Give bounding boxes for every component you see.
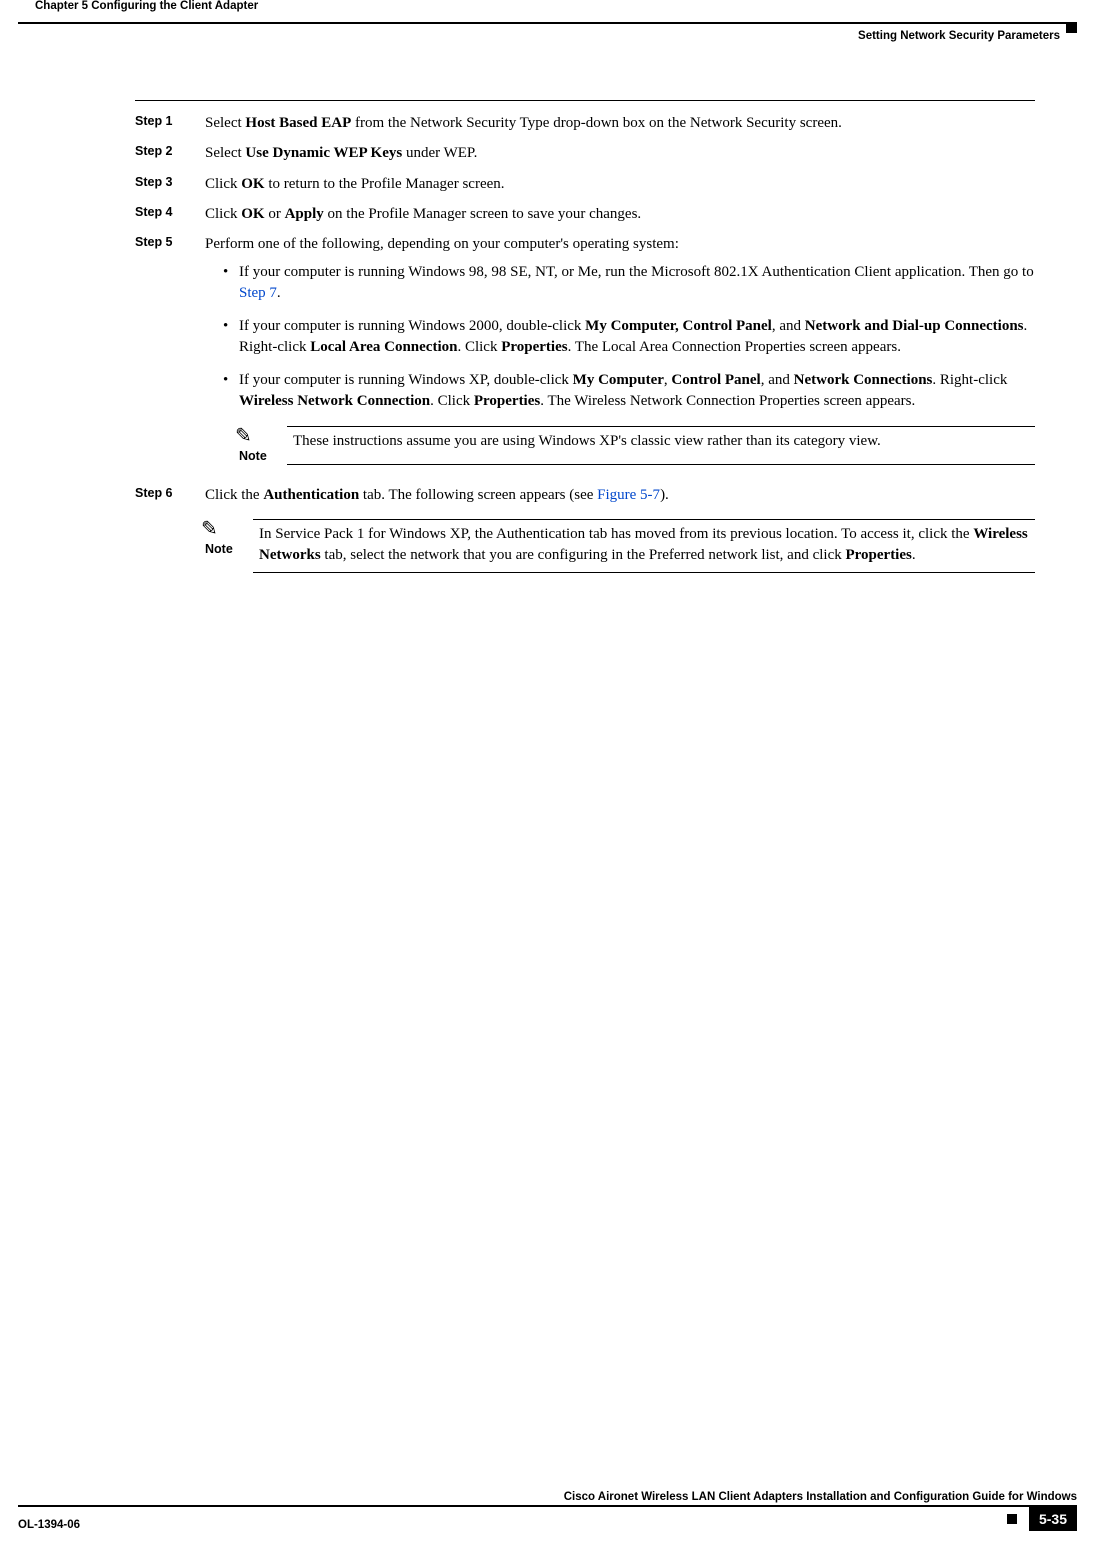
bold-text: Wireless Network Connection: [239, 393, 430, 409]
note-body: In Service Pack 1 for Windows XP, the Au…: [253, 519, 1035, 573]
step-1: Step 1 Select Host Based EAP from the Ne…: [135, 113, 1035, 133]
step-body: Click the Authentication tab. The follow…: [205, 485, 1035, 583]
text: Click: [205, 206, 241, 222]
bold-text: Local Area Connection: [310, 339, 457, 355]
note-label: Note: [205, 541, 233, 558]
corner-marker: [1066, 22, 1077, 33]
bold-text: Properties: [474, 393, 540, 409]
step-2: Step 2 Select Use Dynamic WEP Keys under…: [135, 143, 1035, 163]
note-wrapper: ✎ Note These instructions assume you are…: [205, 426, 1035, 465]
step-label: Step 6: [135, 485, 205, 583]
step-4: Step 4 Click OK or Apply on the Profile …: [135, 204, 1035, 224]
text: Click the: [205, 487, 263, 503]
step-label: Step 4: [135, 204, 205, 224]
text: tab, select the network that you are con…: [321, 547, 846, 563]
bullet-list: If your computer is running Windows 98, …: [223, 262, 1035, 412]
step-6: Step 6 Click the Authentication tab. The…: [135, 485, 1035, 583]
text: These instructions assume you are using …: [293, 433, 881, 449]
footer-row: OL-1394-06 5-35: [18, 1507, 1077, 1531]
text: from the Network Security Type drop-down…: [351, 115, 842, 131]
content-top-rule: [135, 100, 1035, 101]
header-left: Chapter 5 Configuring the Client Adapter: [35, 0, 258, 12]
text: .: [912, 547, 916, 563]
text: under WEP.: [402, 145, 477, 161]
note-icon-column: ✎ Note: [239, 426, 287, 465]
step-label: Step 1: [135, 113, 205, 133]
text: In Service Pack 1 for Windows XP, the Au…: [259, 526, 973, 542]
footer-title: Cisco Aironet Wireless LAN Client Adapte…: [18, 1491, 1077, 1503]
note-icon-column: ✎ Note: [205, 519, 253, 573]
step-body: Click OK to return to the Profile Manage…: [205, 174, 1035, 194]
bold-text: OK: [241, 206, 264, 222]
note-label: Note: [239, 448, 267, 465]
note-block: ✎ Note In Service Pack 1 for Windows XP,…: [205, 519, 1035, 573]
step-body: Click OK or Apply on the Profile Manager…: [205, 204, 1035, 224]
bold-text: Authentication: [263, 487, 359, 503]
text: to return to the Profile Manager screen.: [265, 176, 505, 192]
text: If your computer is running Windows 2000…: [239, 318, 585, 334]
page: Chapter 5 Configuring the Client Adapter…: [0, 0, 1095, 1549]
link-step-7[interactable]: Step 7: [239, 285, 277, 301]
top-border: [18, 22, 1077, 24]
bold-text: Network Connections: [794, 372, 933, 388]
header-row: Chapter 5 Configuring the Client Adapter: [35, 0, 1060, 12]
step-body: Select Use Dynamic WEP Keys under WEP.: [205, 143, 1035, 163]
text: If your computer is running Windows 98, …: [239, 264, 1034, 280]
page-number: 5-35: [1029, 1507, 1077, 1531]
note-body: These instructions assume you are using …: [287, 426, 1035, 465]
text: . Click: [430, 393, 474, 409]
text: Select: [205, 115, 245, 131]
text: Select: [205, 145, 245, 161]
bold-text: Network and Dial-up Connections: [805, 318, 1024, 334]
list-item: If your computer is running Windows 98, …: [223, 262, 1035, 304]
text: Perform one of the following, depending …: [205, 236, 679, 252]
link-figure-5-7[interactable]: Figure 5-7: [597, 487, 660, 503]
step-5: Step 5 Perform one of the following, dep…: [135, 234, 1035, 475]
step-3: Step 3 Click OK to return to the Profile…: [135, 174, 1035, 194]
footer-square-icon: [1007, 1514, 1017, 1524]
text: If your computer is running Windows XP, …: [239, 372, 573, 388]
text: , and: [761, 372, 794, 388]
list-item: If your computer is running Windows 2000…: [223, 316, 1035, 358]
bold-text: My Computer: [573, 372, 664, 388]
step-body: Perform one of the following, depending …: [205, 234, 1035, 475]
text: . Click: [457, 339, 501, 355]
text: .: [277, 285, 281, 301]
bold-text: Apply: [285, 206, 324, 222]
bold-text: Properties: [845, 547, 911, 563]
bold-text: Properties: [501, 339, 567, 355]
text: . Right-click: [932, 372, 1007, 388]
step-body: Select Host Based EAP from the Network S…: [205, 113, 1035, 133]
pencil-icon: ✎: [235, 426, 252, 446]
step-label: Step 5: [135, 234, 205, 475]
text: tab. The following screen appears (see: [359, 487, 597, 503]
header-right: Setting Network Security Parameters: [858, 30, 1060, 42]
text: , and: [772, 318, 805, 334]
text: on the Profile Manager screen to save yo…: [324, 206, 641, 222]
text: . The Wireless Network Connection Proper…: [540, 393, 915, 409]
step-label: Step 2: [135, 143, 205, 163]
step-label: Step 3: [135, 174, 205, 194]
footer-right: 5-35: [999, 1507, 1077, 1531]
bold-text: Host Based EAP: [245, 115, 351, 131]
bold-text: OK: [241, 176, 264, 192]
text: . The Local Area Connection Properties s…: [568, 339, 901, 355]
footer: Cisco Aironet Wireless LAN Client Adapte…: [18, 1491, 1077, 1531]
bold-text: Control Panel: [671, 372, 760, 388]
text: Click: [205, 176, 241, 192]
bold-text: Use Dynamic WEP Keys: [245, 145, 402, 161]
list-item: If your computer is running Windows XP, …: [223, 370, 1035, 412]
text: or: [265, 206, 285, 222]
bold-text: My Computer, Control Panel: [585, 318, 772, 334]
text: ).: [660, 487, 669, 503]
footer-doc-number: OL-1394-06: [18, 1513, 80, 1531]
note-block: ✎ Note These instructions assume you are…: [239, 426, 1035, 465]
pencil-icon: ✎: [201, 519, 218, 539]
content-area: Step 1 Select Host Based EAP from the Ne…: [135, 100, 1035, 593]
